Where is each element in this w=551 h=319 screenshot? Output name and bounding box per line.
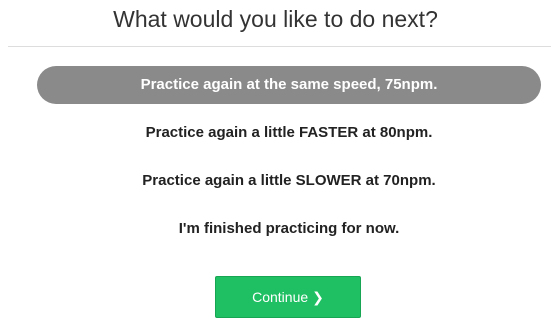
chevron-right-icon: ❯ bbox=[312, 289, 324, 305]
option-finished[interactable]: I'm finished practicing for now. bbox=[37, 210, 541, 248]
divider bbox=[8, 46, 551, 47]
continue-label: Continue bbox=[252, 289, 309, 305]
next-step-panel: What would you like to do next? Practice… bbox=[0, 0, 551, 319]
continue-button[interactable]: Continue ❯ bbox=[215, 276, 361, 318]
page-title: What would you like to do next? bbox=[113, 6, 438, 32]
option-faster[interactable]: Practice again a little FASTER at 80npm. bbox=[37, 114, 541, 152]
option-same-speed[interactable]: Practice again at the same speed, 75npm. bbox=[37, 66, 541, 104]
option-slower[interactable]: Practice again a little SLOWER at 70npm. bbox=[37, 162, 541, 200]
